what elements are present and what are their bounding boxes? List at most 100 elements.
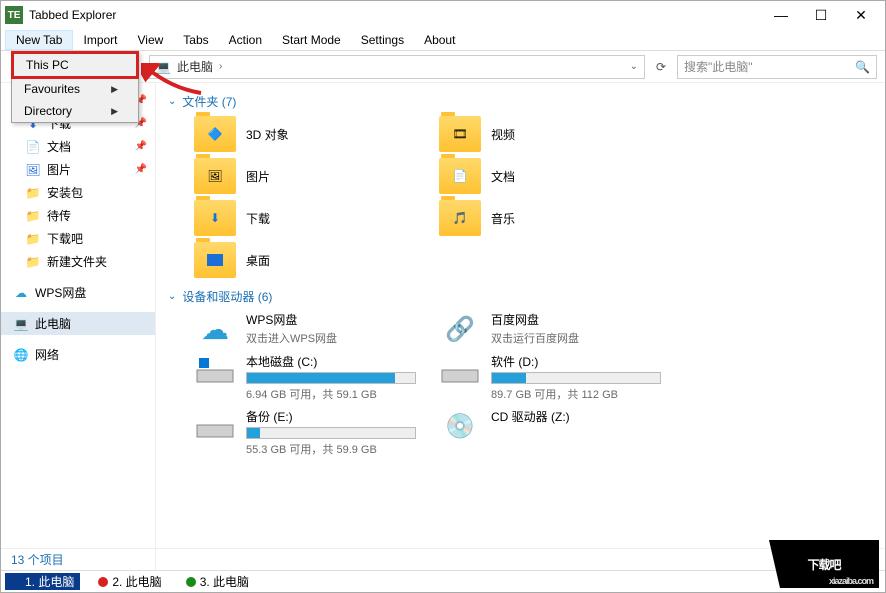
picture-icon: 🖼 <box>25 162 41 178</box>
dropdown-directory-label: Directory <box>24 104 72 118</box>
sidebar-item-wps[interactable]: ☁WPS网盘 <box>1 281 155 304</box>
folder-pictures[interactable]: 🖼图片 <box>192 156 427 196</box>
breadcrumb[interactable]: 💻 此电脑 › ⌄ <box>149 55 645 79</box>
sidebar-item-this-pc[interactable]: 💻此电脑 <box>1 312 155 335</box>
submenu-arrow-icon: ▶ <box>111 84 118 95</box>
drive-c[interactable]: 本地磁盘 (C:)6.94 GB 可用，共 59.1 GB <box>192 351 427 404</box>
pin-icon: 📌 <box>135 164 147 175</box>
sidebar: 🖥桌面📌 ⬇下载📌 📄文档📌 🖼图片📌 📁安装包 📁待传 📁下载吧 📁新建文件夹… <box>1 83 156 573</box>
folder-desktop[interactable]: 桌面 <box>192 240 427 280</box>
capacity-bar <box>246 372 416 384</box>
sidebar-item-folder[interactable]: 📁待传 <box>1 204 155 227</box>
menu-new-tab[interactable]: New Tab <box>5 30 73 50</box>
dropdown-favourites-label: Favourites <box>24 82 80 96</box>
folder-icon: 🖼 <box>194 158 236 194</box>
drive-e[interactable]: 备份 (E:)55.3 GB 可用，共 59.9 GB <box>192 406 427 459</box>
search-icon: 🔍 <box>855 60 870 74</box>
app-icon: TE <box>5 6 23 24</box>
body: 🖥桌面📌 ⬇下载📌 📄文档📌 🖼图片📌 📁安装包 📁待传 📁下载吧 📁新建文件夹… <box>1 83 885 573</box>
tab-1[interactable]: 1. 此电脑 <box>5 573 80 590</box>
folder-icon: 📁 <box>25 185 41 201</box>
menu-about[interactable]: About <box>414 31 465 49</box>
folder-icon: 📁 <box>25 231 41 247</box>
search-input[interactable]: 搜索"此电脑" 🔍 <box>677 55 877 79</box>
group-devices-header[interactable]: ⌄ 设备和驱动器 (6) <box>168 284 873 309</box>
capacity-bar <box>246 427 416 439</box>
tab-dot-icon <box>11 577 21 587</box>
tab-dot-icon <box>186 577 196 587</box>
chevron-down-icon[interactable]: ⌄ <box>630 61 638 72</box>
drive-d[interactable]: 软件 (D:)89.7 GB 可用，共 112 GB <box>437 351 672 404</box>
sidebar-item-network[interactable]: 🌐网络 <box>1 343 155 366</box>
cloud-icon: ☁ <box>194 311 236 347</box>
close-button[interactable]: ✕ <box>841 1 881 29</box>
sidebar-item-folder[interactable]: 📁下载吧 <box>1 227 155 250</box>
drive-wps[interactable]: ☁WPS网盘双击进入WPS网盘 <box>192 309 427 349</box>
folder-icon: 📁 <box>25 208 41 224</box>
dropdown-this-pc[interactable]: This PC <box>12 52 138 78</box>
folder-icon: 🔷 <box>194 116 236 152</box>
folder-documents[interactable]: 📄文档 <box>437 156 672 196</box>
tab-bar: 1. 此电脑 2. 此电脑 3. 此电脑 <box>1 570 885 592</box>
network-icon: 🌐 <box>13 347 29 363</box>
drive-icon <box>194 353 236 389</box>
watermark: 下载吧 xiazaiba.com <box>769 540 879 588</box>
sidebar-item-folder[interactable]: 📁新建文件夹 <box>1 250 155 273</box>
folder-icon: ⬇ <box>194 200 236 236</box>
chevron-down-icon: ⌄ <box>168 291 176 302</box>
drive-icon <box>439 353 481 389</box>
menu-action[interactable]: Action <box>219 31 272 49</box>
search-placeholder: 搜索"此电脑" <box>684 58 753 75</box>
folder-icon: 📁 <box>25 254 41 270</box>
menu-view[interactable]: View <box>128 31 174 49</box>
submenu-arrow-icon: ▶ <box>111 106 118 117</box>
tab-3[interactable]: 3. 此电脑 <box>180 573 255 590</box>
drive-baidu[interactable]: 🔗百度网盘双击运行百度网盘 <box>437 309 672 349</box>
menubar: New Tab Import View Tabs Action Start Mo… <box>1 29 885 51</box>
document-icon: 📄 <box>25 139 41 155</box>
folder-downloads[interactable]: ⬇下载 <box>192 198 427 238</box>
dropdown-favourites[interactable]: Favourites ▶ <box>12 78 138 100</box>
folder-icon: 📄 <box>439 158 481 194</box>
sidebar-item-pictures[interactable]: 🖼图片📌 <box>1 158 155 181</box>
annotation-arrow <box>141 63 211 103</box>
window-title: Tabbed Explorer <box>29 8 761 22</box>
maximize-button[interactable]: ☐ <box>801 1 841 29</box>
pc-icon: 💻 <box>13 316 29 332</box>
dropdown-this-pc-label: This PC <box>26 58 69 72</box>
sidebar-item-documents[interactable]: 📄文档📌 <box>1 135 155 158</box>
tab-dot-icon <box>98 577 108 587</box>
pin-icon: 📌 <box>135 141 147 152</box>
refresh-button[interactable]: ⟳ <box>649 55 673 79</box>
new-tab-dropdown: This PC Favourites ▶ Directory ▶ <box>11 51 139 123</box>
chevron-right-icon: › <box>219 61 222 72</box>
content-pane: ⌄文件夹 (7) 🔷3D 对象 🎞视频 🖼图片 📄文档 ⬇下载 🎵音乐 桌面 ⌄… <box>156 83 885 573</box>
status-bar: 13 个项目 <box>1 548 885 570</box>
folder-icon: 🎞 <box>439 116 481 152</box>
menu-import[interactable]: Import <box>73 31 127 49</box>
menu-tabs[interactable]: Tabs <box>173 31 218 49</box>
dropdown-directory[interactable]: Directory ▶ <box>12 100 138 122</box>
disc-icon: 💿 <box>439 408 481 444</box>
menu-settings[interactable]: Settings <box>351 31 414 49</box>
folder-videos[interactable]: 🎞视频 <box>437 114 672 154</box>
folder-3d-objects[interactable]: 🔷3D 对象 <box>192 114 427 154</box>
capacity-bar <box>491 372 661 384</box>
folder-music[interactable]: 🎵音乐 <box>437 198 672 238</box>
folder-icon: 🎵 <box>439 200 481 236</box>
group-devices-title: 设备和驱动器 (6) <box>182 288 272 305</box>
minimize-button[interactable]: — <box>761 1 801 29</box>
menu-start-mode[interactable]: Start Mode <box>272 31 351 49</box>
cloud-icon: ☁ <box>13 285 29 301</box>
status-text: 13 个项目 <box>11 551 64 568</box>
tab-2[interactable]: 2. 此电脑 <box>92 573 167 590</box>
folder-icon <box>194 242 236 278</box>
baidu-icon: 🔗 <box>439 311 481 347</box>
drive-icon <box>194 408 236 444</box>
folders-grid: 🔷3D 对象 🎞视频 🖼图片 📄文档 ⬇下载 🎵音乐 桌面 <box>192 114 873 280</box>
titlebar: TE Tabbed Explorer — ☐ ✕ <box>1 1 885 29</box>
drive-cd[interactable]: 💿CD 驱动器 (Z:) <box>437 406 672 459</box>
sidebar-item-folder[interactable]: 📁安装包 <box>1 181 155 204</box>
group-folders-header[interactable]: ⌄文件夹 (7) <box>168 89 873 114</box>
drives-grid: ☁WPS网盘双击进入WPS网盘 🔗百度网盘双击运行百度网盘 本地磁盘 (C:)6… <box>192 309 873 459</box>
